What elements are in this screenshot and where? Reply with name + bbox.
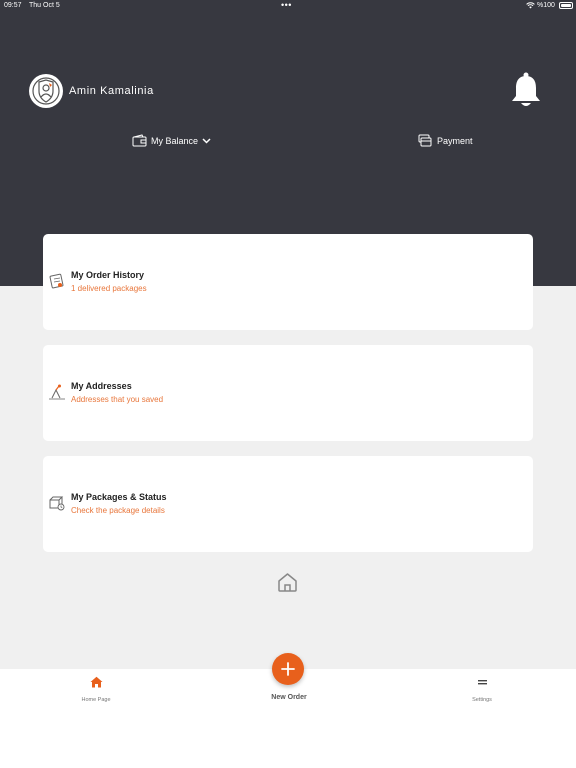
packages-icon	[49, 496, 65, 511]
card-order-history[interactable]: My Order History 1 delivered packages	[43, 234, 533, 330]
payment-label: Payment	[437, 135, 473, 146]
wifi-icon	[526, 2, 535, 9]
card-packages-status[interactable]: My Packages & Status Check the package d…	[43, 456, 533, 552]
tab-home-label: Home Page	[81, 697, 111, 703]
home-icon	[90, 676, 102, 688]
battery-icon	[559, 2, 573, 9]
card-title: My Addresses	[71, 381, 132, 391]
tab-settings-label: Settings	[472, 697, 492, 703]
tab-home[interactable]: Home Page	[66, 676, 126, 703]
new-order-button[interactable]	[272, 653, 304, 685]
notification-bell-icon[interactable]	[509, 72, 543, 110]
card-title: My Packages & Status	[71, 492, 167, 502]
card-subtitle: Addresses that you saved	[71, 395, 164, 404]
home-outline-icon	[278, 573, 297, 592]
card-addresses[interactable]: My Addresses Addresses that you saved	[43, 345, 533, 441]
payment-icon	[418, 134, 432, 147]
avatar[interactable]	[29, 74, 63, 108]
status-time: 09:57	[4, 2, 22, 9]
user-name: Amin Kamalinia	[69, 85, 154, 97]
wallet-icon	[132, 134, 147, 147]
user-avatar-icon	[32, 77, 60, 105]
new-order-label[interactable]: New Order	[256, 694, 322, 701]
chevron-down-icon	[202, 137, 211, 144]
battery-percent: %100	[537, 2, 555, 9]
status-date: Thu Oct 5	[29, 2, 60, 9]
order-history-icon	[49, 273, 64, 289]
card-title: My Order History	[71, 270, 145, 280]
card-subtitle: 1 delivered packages	[71, 284, 147, 293]
multitasking-dots[interactable]: •••	[281, 0, 292, 10]
payment-button[interactable]: Payment	[418, 134, 473, 147]
addresses-icon	[49, 384, 65, 400]
plus-icon	[281, 662, 295, 676]
status-bar: 09:57 Thu Oct 5 ••• %100	[0, 0, 576, 12]
balance-label: My Balance	[151, 135, 199, 146]
settings-menu-icon	[477, 680, 487, 685]
balance-dropdown[interactable]: My Balance	[132, 134, 211, 147]
card-subtitle: Check the package details	[71, 506, 165, 515]
tab-settings[interactable]: Settings	[452, 676, 512, 703]
